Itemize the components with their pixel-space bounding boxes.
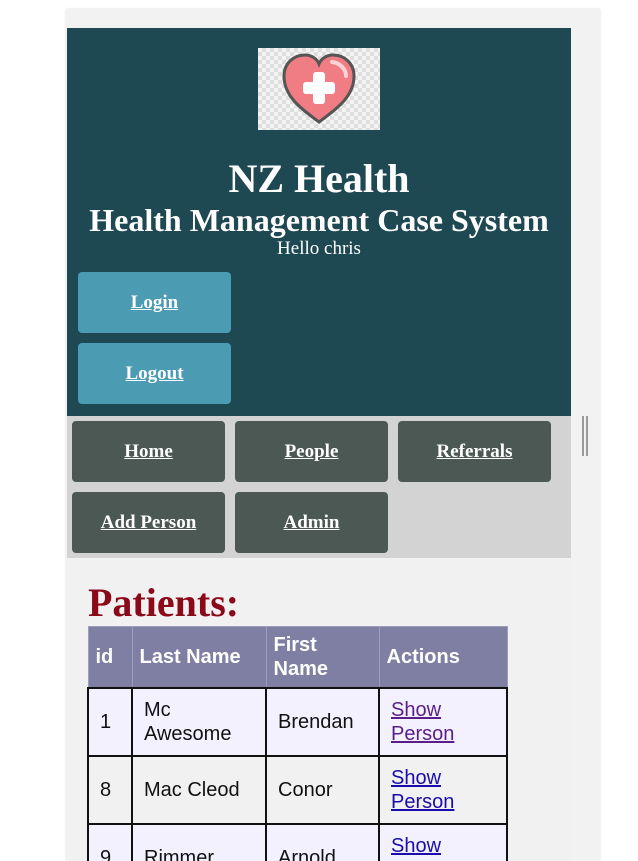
cell-first-name: Brendan	[265, 687, 380, 757]
main-nav: Home People Referrals Add Person Admin	[67, 416, 571, 558]
heart-medical-cross-icon	[282, 53, 356, 124]
patients-table: id Last Name First Name Actions 1 Mc Awe…	[87, 626, 508, 861]
patients-heading: Patients:	[88, 580, 240, 625]
cell-actions: Show Person	[378, 755, 508, 825]
show-person-link[interactable]: Show Person	[391, 835, 454, 861]
column-header-id: id	[87, 626, 133, 689]
show-person-link[interactable]: Show Person	[391, 699, 454, 745]
table-header-row: id Last Name First Name Actions	[87, 626, 508, 689]
logo	[258, 48, 380, 130]
cell-last-name: Mc Awesome	[131, 687, 267, 757]
resize-handle[interactable]	[582, 416, 588, 456]
column-header-actions: Actions	[378, 626, 508, 689]
cell-id: 9	[87, 823, 133, 861]
login-button[interactable]: Login	[78, 272, 231, 333]
nav-referrals-button[interactable]: Referrals	[398, 421, 551, 482]
nav-people-button[interactable]: People	[235, 421, 388, 482]
cell-first-name: Conor	[265, 755, 380, 825]
column-header-first-name: First Name	[265, 626, 380, 689]
page-content: NZ Health Health Management Case System …	[67, 28, 571, 861]
column-header-last-name: Last Name	[131, 626, 267, 689]
nav-add-person-button[interactable]: Add Person	[72, 492, 225, 553]
nav-admin-button[interactable]: Admin	[235, 492, 388, 553]
cell-actions: Show Person	[378, 687, 508, 757]
site-subtitle: Health Management Case System	[89, 202, 549, 238]
table-row: 1 Mc Awesome Brendan Show Person	[87, 687, 508, 757]
table-row: 8 Mac Cleod Conor Show Person	[87, 755, 508, 825]
show-person-link[interactable]: Show Person	[391, 767, 454, 813]
table-row: 9 Rimmer Arnold Show Person	[87, 823, 508, 861]
cell-actions: Show Person	[378, 823, 508, 861]
site-header: NZ Health Health Management Case System …	[67, 28, 571, 416]
cell-first-name: Arnold	[265, 823, 380, 861]
nav-home-button[interactable]: Home	[72, 421, 225, 482]
cell-id: 1	[87, 687, 133, 757]
cell-id: 8	[87, 755, 133, 825]
cell-last-name: Rimmer	[131, 823, 267, 861]
logout-button[interactable]: Logout	[78, 343, 231, 404]
cell-last-name: Mac Cleod	[131, 755, 267, 825]
user-greeting: Hello chris	[277, 238, 361, 259]
site-title: NZ Health	[228, 156, 410, 201]
